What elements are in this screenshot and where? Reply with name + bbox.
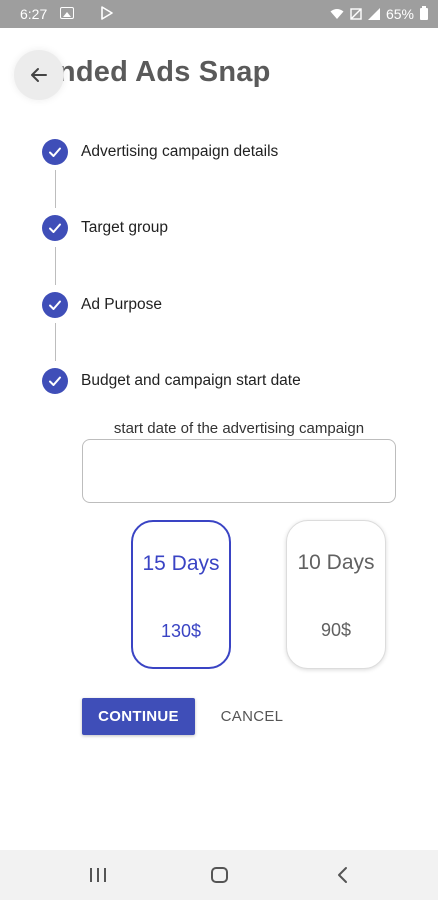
step-connector bbox=[55, 323, 56, 361]
step-target-group[interactable]: Target group bbox=[42, 215, 168, 241]
start-date-caption: start date of the advertising campaign bbox=[113, 420, 365, 437]
play-store-notification-icon bbox=[101, 6, 113, 20]
page-title: unded Ads Snap bbox=[40, 56, 271, 88]
plan-days: 10 Days bbox=[297, 551, 375, 574]
status-time: 6:27 bbox=[20, 6, 48, 22]
home-icon[interactable] bbox=[211, 867, 228, 883]
step-budget-and-start-date[interactable]: Budget and campaign start date bbox=[42, 368, 301, 394]
check-icon bbox=[42, 292, 68, 318]
step-connector bbox=[55, 247, 56, 285]
mute-icon bbox=[350, 8, 362, 20]
signal-icon bbox=[367, 8, 380, 20]
step-label: Advertising campaign details bbox=[81, 143, 279, 160]
step-label: Budget and campaign start date bbox=[81, 372, 301, 389]
plan-card-10-days[interactable]: 10 Days 90$ bbox=[286, 520, 386, 669]
check-icon bbox=[42, 368, 68, 394]
continue-button[interactable]: CONTINUE bbox=[82, 698, 195, 735]
step-advertising-campaign-details[interactable]: Advertising campaign details bbox=[42, 139, 278, 165]
check-icon bbox=[42, 215, 68, 241]
start-date-input[interactable] bbox=[82, 439, 396, 503]
plan-price: 130$ bbox=[160, 621, 202, 641]
nav-back-icon[interactable] bbox=[336, 866, 350, 884]
step-connector bbox=[55, 170, 56, 208]
app-header: unded Ads Snap bbox=[0, 28, 438, 120]
status-bar: 6:27 65% bbox=[0, 0, 438, 28]
back-button[interactable] bbox=[14, 50, 64, 100]
plan-price: 90$ bbox=[320, 620, 352, 640]
cancel-button[interactable]: CANCEL bbox=[212, 698, 292, 735]
plan-card-15-days[interactable]: 15 Days 130$ bbox=[131, 520, 231, 669]
gallery-notification-icon bbox=[60, 7, 74, 19]
plan-days: 15 Days bbox=[142, 552, 220, 575]
recents-icon[interactable] bbox=[90, 868, 106, 882]
battery-percent: 65% bbox=[385, 6, 414, 22]
arrow-left-icon bbox=[31, 68, 47, 82]
check-icon bbox=[42, 139, 68, 165]
battery-icon bbox=[420, 6, 428, 20]
step-label: Target group bbox=[81, 219, 169, 236]
system-nav-bar bbox=[0, 850, 438, 900]
step-ad-purpose[interactable]: Ad Purpose bbox=[42, 292, 162, 318]
wifi-icon bbox=[330, 9, 344, 19]
step-label: Ad Purpose bbox=[81, 296, 162, 313]
